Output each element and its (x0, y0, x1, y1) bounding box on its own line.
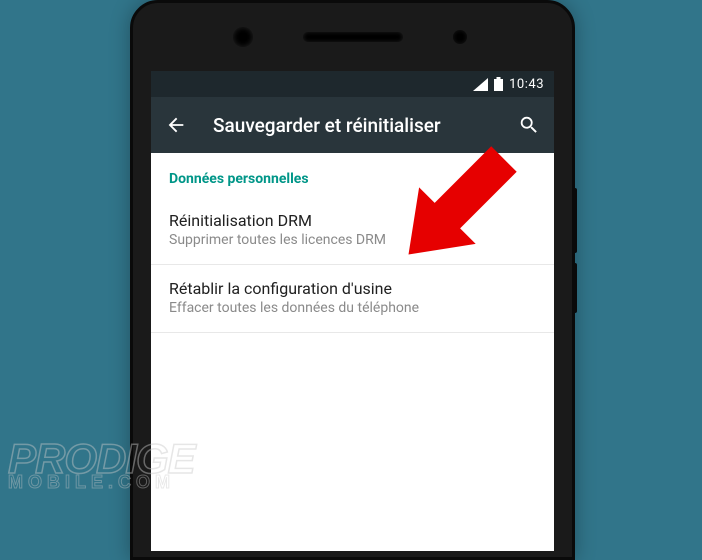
phone-top-bezel (133, 3, 572, 71)
item-subtitle: Supprimer toutes les licences DRM (169, 232, 536, 248)
settings-item-drm-reset[interactable]: Réinitialisation DRM Supprimer toutes le… (151, 197, 554, 265)
app-bar-title: Sauvegarder et réinitialiser (213, 114, 492, 137)
settings-item-factory-reset[interactable]: Rétablir la configuration d'usine Efface… (151, 265, 554, 333)
phone-screen: 10:43 Sauvegarder et réinitialiser Donné… (151, 71, 554, 551)
section-header-personal-data: Données personnelles (151, 153, 554, 197)
item-title: Rétablir la configuration d'usine (169, 279, 536, 298)
app-bar: Sauvegarder et réinitialiser (151, 97, 554, 153)
phone-frame: 10:43 Sauvegarder et réinitialiser Donné… (130, 0, 575, 560)
item-title: Réinitialisation DRM (169, 211, 536, 230)
power-button (573, 263, 577, 313)
cellular-signal-icon (473, 78, 488, 91)
status-bar: 10:43 (151, 71, 554, 97)
status-bar-clock: 10:43 (509, 77, 544, 92)
earpiece-speaker (303, 32, 403, 42)
watermark: PRODIGE MOBILE.COM (8, 441, 195, 490)
back-arrow-icon[interactable] (165, 114, 187, 136)
settings-content: Données personnelles Réinitialisation DR… (151, 153, 554, 333)
search-icon[interactable] (518, 114, 540, 136)
front-camera (233, 27, 253, 47)
item-subtitle: Effacer toutes les données du téléphone (169, 300, 536, 316)
proximity-sensor (453, 30, 467, 44)
battery-icon (494, 77, 503, 91)
volume-button (573, 188, 577, 253)
watermark-line2: MOBILE.COM (8, 475, 195, 490)
